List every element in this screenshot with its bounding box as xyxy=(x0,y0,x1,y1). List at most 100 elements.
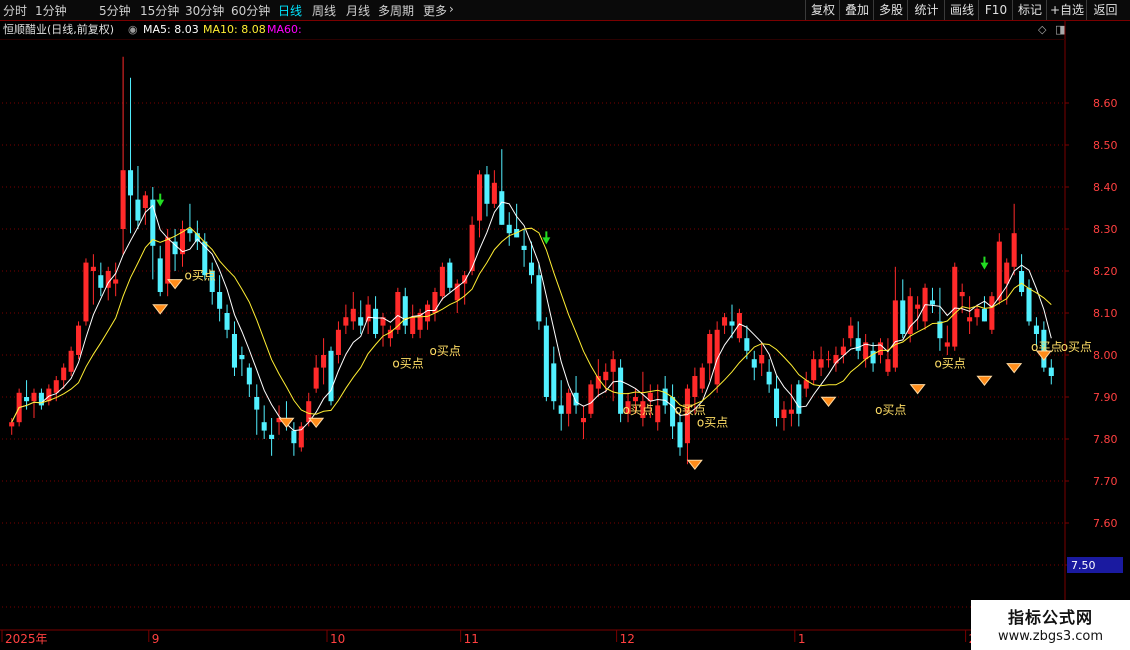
candle-down xyxy=(24,397,30,402)
candle-down xyxy=(766,371,772,385)
candle-up xyxy=(588,384,594,414)
candle-up xyxy=(632,397,638,402)
candle-up xyxy=(974,308,980,318)
y-axis: 8.60 8.50 8.40 8.30 8.20 8.10 8.00 7.90 7.80 7.70… xyxy=(1065,97,1123,614)
candle-down xyxy=(447,262,453,288)
y-tick-label: 8.20 xyxy=(1093,265,1118,278)
candle-up xyxy=(61,367,67,381)
candle-down xyxy=(1048,367,1054,376)
candle-up xyxy=(781,409,787,418)
candle-up xyxy=(120,170,126,229)
candle-up xyxy=(580,418,587,423)
grid-layer xyxy=(0,20,1130,650)
candle-up xyxy=(165,237,171,284)
buy-diamond-marker xyxy=(152,304,169,315)
candle-down xyxy=(929,300,936,305)
candle-down xyxy=(373,308,379,334)
down-arrow-marker xyxy=(980,256,989,270)
down-arrow-marker xyxy=(156,193,165,207)
candle-up xyxy=(83,262,89,322)
buy-diamond-marker xyxy=(909,384,926,395)
y-tick-label: 8.00 xyxy=(1093,349,1118,362)
candle-down xyxy=(98,275,104,288)
buy-diamond-marker xyxy=(1006,363,1023,374)
candle-up xyxy=(350,308,356,322)
candle-down xyxy=(246,367,252,385)
candle-up xyxy=(476,174,483,221)
buy-point-label: o买点 xyxy=(875,403,906,417)
candle-up xyxy=(952,266,958,347)
candle-down xyxy=(551,363,557,402)
candlestick-chart: o买点o买点o买点o买点 o买点o买点o买点o买点o买点o买点 8.608.508… xyxy=(0,20,1130,650)
y-tick-label: 7.60 xyxy=(1093,517,1118,530)
candle-up xyxy=(425,304,431,322)
buy-point-label: o买点 xyxy=(430,344,461,358)
candle-up xyxy=(907,296,913,334)
candle-up xyxy=(1011,233,1017,267)
candle-down xyxy=(744,338,750,351)
candle-down xyxy=(291,430,297,444)
y-tick-label: 8.40 xyxy=(1093,181,1118,194)
candle-down xyxy=(751,359,757,368)
candle-up xyxy=(707,334,713,364)
candle-up xyxy=(90,266,96,271)
watermark: 指标公式网 www.zbgs3.com xyxy=(971,600,1130,650)
candle-down xyxy=(239,355,245,360)
buy-point-label: o买点 xyxy=(623,403,654,417)
candle-down xyxy=(521,245,527,250)
y-tick-label: 7.90 xyxy=(1093,391,1118,404)
candle-down xyxy=(536,275,542,322)
candle-down xyxy=(402,296,408,326)
candle-up xyxy=(967,317,973,322)
y-tick-label: 8.10 xyxy=(1093,307,1118,320)
candle-up xyxy=(603,371,609,381)
candle-up xyxy=(885,359,891,372)
candle-down xyxy=(855,338,861,351)
candle-down xyxy=(900,300,906,334)
buy-point-label: o买点 xyxy=(1061,340,1092,354)
buy-point-label: o买点 xyxy=(697,415,728,429)
candle-up xyxy=(566,392,572,414)
candle-down xyxy=(328,350,334,402)
candle-down xyxy=(796,384,802,414)
candle-up xyxy=(76,325,82,355)
candle-up xyxy=(722,317,728,326)
candle-down xyxy=(127,170,134,196)
candle-down xyxy=(224,313,230,330)
candle-up xyxy=(877,342,884,355)
buy-diamond-marker xyxy=(686,459,703,471)
candle-up xyxy=(959,292,965,297)
x-tick-label: 12 xyxy=(620,632,635,646)
candle-down xyxy=(261,422,267,431)
candle-down xyxy=(484,174,490,204)
x-tick-label: 2025年 xyxy=(5,632,48,646)
candle-up xyxy=(313,367,319,389)
candle-down xyxy=(269,434,275,439)
current-price-label: 7.50 xyxy=(1071,559,1096,572)
candle-down xyxy=(543,325,549,397)
candle-up xyxy=(699,367,705,389)
candle-down xyxy=(870,350,876,364)
buy-point-label: o买点 xyxy=(185,268,216,282)
candle-up xyxy=(53,380,59,393)
candle-up xyxy=(848,325,854,339)
candle-down xyxy=(677,422,683,448)
watermark-url: www.zbgs3.com xyxy=(997,629,1104,644)
candle-up xyxy=(31,392,37,402)
candle-up xyxy=(113,279,119,284)
candle-up xyxy=(343,317,349,326)
y-tick-label: 8.30 xyxy=(1093,223,1118,236)
y-tick-label: 7.70 xyxy=(1093,475,1118,488)
y-tick-label: 8.60 xyxy=(1093,97,1118,110)
y-tick-label: 7.80 xyxy=(1093,433,1118,446)
buy-point-label: o买点 xyxy=(392,357,423,371)
candle-down xyxy=(499,191,505,225)
candle-down xyxy=(1026,287,1032,322)
candle-down xyxy=(1033,325,1039,334)
candle-down xyxy=(981,308,987,322)
x-axis: 2025年910111212 xyxy=(1,630,976,646)
candle-up xyxy=(491,182,497,204)
buy-diamond-marker xyxy=(167,279,184,290)
x-tick-label: 1 xyxy=(798,632,806,646)
candle-up xyxy=(365,304,371,322)
